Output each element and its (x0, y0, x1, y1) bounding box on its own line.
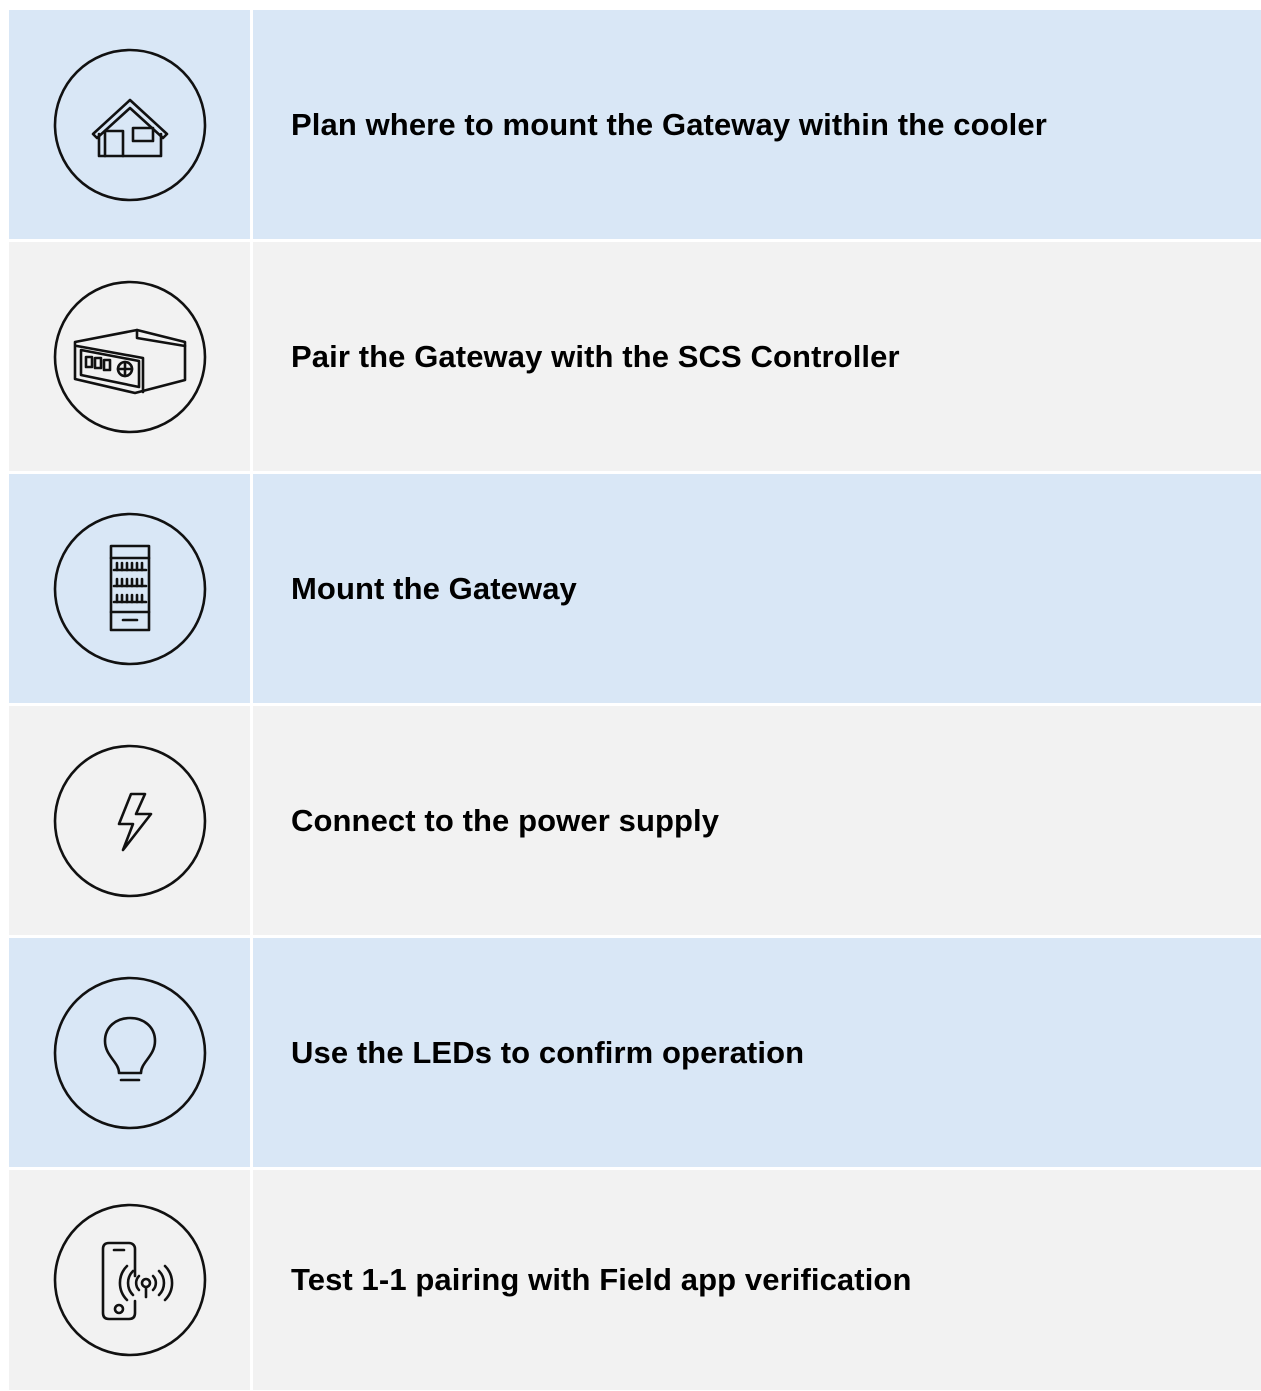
step-row: Connect to the power supply (9, 706, 1261, 935)
step-text-cell: Plan where to mount the Gateway within t… (253, 10, 1261, 239)
step-label: Test 1-1 pairing with Field app verifica… (291, 1262, 912, 1297)
step-icon-cell (9, 474, 250, 703)
step-row: Test 1-1 pairing with Field app verifica… (9, 1170, 1261, 1390)
step-row: Mount the Gateway (9, 474, 1261, 703)
controller-icon (53, 280, 207, 434)
lightbulb-icon (53, 976, 207, 1130)
cooler-icon (53, 512, 207, 666)
step-label: Pair the Gateway with the SCS Controller (291, 338, 900, 374)
house-icon (53, 48, 207, 202)
step-row: Pair the Gateway with the SCS Controller (9, 242, 1261, 471)
step-label: Plan where to mount the Gateway within t… (291, 106, 1047, 142)
steps-table: Plan where to mount the Gateway within t… (9, 10, 1261, 1390)
step-row: Plan where to mount the Gateway within t… (9, 10, 1261, 239)
step-text-cell: Connect to the power supply (253, 706, 1261, 935)
step-icon-cell (9, 242, 250, 471)
step-icon-cell (9, 938, 250, 1167)
step-label: Connect to the power supply (291, 802, 720, 838)
step-label: Mount the Gateway (291, 570, 577, 606)
lightning-icon (53, 744, 207, 898)
step-text-cell: Mount the Gateway (253, 474, 1261, 703)
step-text-cell: Pair the Gateway with the SCS Controller (253, 242, 1261, 471)
step-text-cell: Test 1-1 pairing with Field app verifica… (253, 1170, 1261, 1390)
step-row: Use the LEDs to confirm operation (9, 938, 1261, 1167)
step-icon-cell (9, 10, 250, 239)
step-icon-cell (9, 1170, 250, 1390)
step-label: Use the LEDs to confirm operation (291, 1034, 805, 1070)
step-icon-cell (9, 706, 250, 935)
step-text-cell: Use the LEDs to confirm operation (253, 938, 1261, 1167)
phone-signal-icon (53, 1203, 207, 1357)
